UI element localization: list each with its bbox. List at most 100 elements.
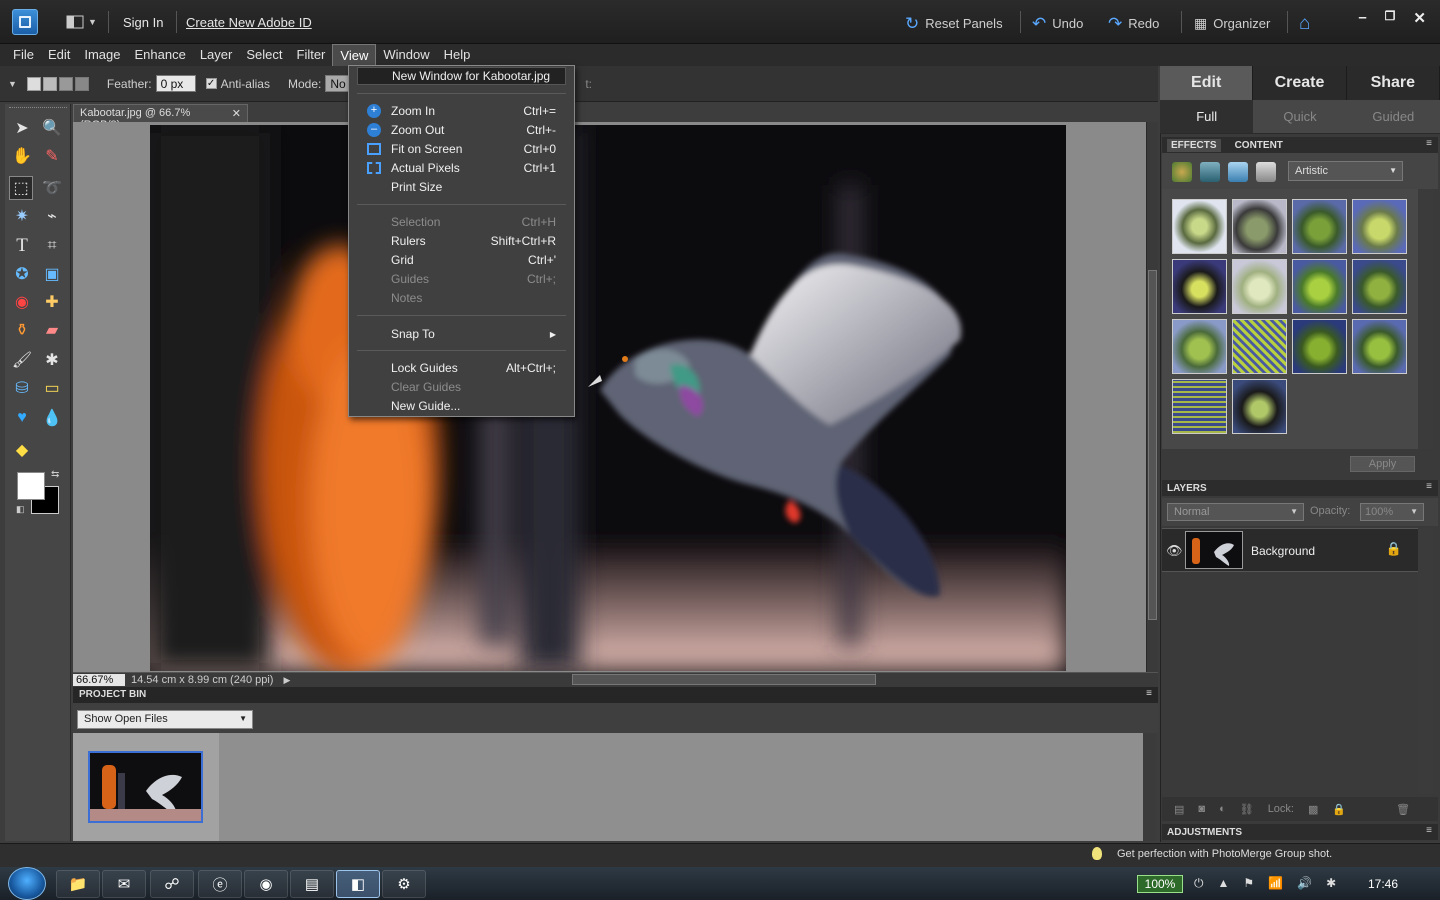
tab-content[interactable]: CONTENT: [1231, 139, 1287, 152]
effect-thumbnail[interactable]: [1352, 319, 1407, 374]
panel-menu-icon[interactable]: ≡: [1426, 138, 1432, 149]
selection-mode-buttons[interactable]: [26, 76, 89, 91]
document-tab[interactable]: Kabootar.jpg @ 66.7% (RGB/8) ✕: [73, 104, 248, 131]
type-tool-icon[interactable]: T: [10, 234, 34, 258]
effect-thumbnail[interactable]: [1172, 199, 1227, 254]
zoom-tool-icon[interactable]: 🔍: [40, 116, 64, 140]
healing-brush-tool-icon[interactable]: ✚: [40, 290, 64, 314]
eraser-tool-icon[interactable]: ▰: [40, 318, 64, 342]
move-tool-icon[interactable]: ➤: [10, 116, 34, 140]
menu-view[interactable]: View: [332, 44, 377, 66]
magic-wand-tool-icon[interactable]: ✷: [10, 204, 34, 228]
taskbar-network-icon[interactable]: ☍: [150, 870, 194, 898]
menu-window[interactable]: Window: [376, 44, 436, 66]
create-adobe-id-link[interactable]: Create New Adobe ID: [186, 15, 312, 30]
lock-transparent-icon[interactable]: ▩: [1308, 803, 1318, 816]
effect-thumbnail[interactable]: [1172, 259, 1227, 314]
lasso-tool-icon[interactable]: ➰: [40, 176, 64, 200]
effect-thumbnail[interactable]: [1172, 379, 1227, 434]
menu-item-actual-pixels[interactable]: Actual Pixels Ctrl+1: [391, 159, 556, 177]
tab-share[interactable]: Share: [1347, 66, 1440, 100]
menu-item-grid[interactable]: Grid Ctrl+': [391, 251, 556, 269]
new-layer-icon[interactable]: ▤: [1174, 803, 1184, 816]
smart-brush-tool-icon[interactable]: ✱: [40, 348, 64, 372]
undo-button[interactable]: ↶ Undo: [1032, 12, 1083, 34]
tool-preset-chevron-icon[interactable]: ▼: [8, 79, 17, 89]
quick-selection-tool-icon[interactable]: ⌁: [40, 204, 64, 228]
toolbox-grip[interactable]: [9, 107, 67, 109]
effect-thumbnail[interactable]: [1232, 319, 1287, 374]
swap-colors-icon[interactable]: ⇆: [51, 469, 59, 480]
effects-category-select[interactable]: Artistic ▼: [1288, 161, 1403, 181]
menu-item-snap-to[interactable]: Snap To ▶: [391, 325, 556, 343]
paint-bucket-tool-icon[interactable]: ⛁: [10, 376, 34, 400]
start-button[interactable]: [8, 867, 46, 900]
effect-thumbnail[interactable]: [1232, 379, 1287, 434]
horizontal-scroll-thumb[interactable]: [572, 674, 876, 685]
sponge-tool-icon[interactable]: ◆: [10, 438, 34, 462]
effect-thumbnail[interactable]: [1232, 259, 1287, 314]
effects-scrollbar[interactable]: [1418, 189, 1433, 449]
redo-button[interactable]: ↷ Redo: [1108, 12, 1159, 34]
menu-item-new-window[interactable]: New Window for Kabootar.jpg: [357, 67, 566, 85]
tab-edit[interactable]: Edit: [1160, 66, 1254, 100]
vertical-scroll-thumb[interactable]: [1148, 270, 1157, 620]
layers-scrollbar[interactable]: [1418, 528, 1433, 794]
crop-tool-icon[interactable]: ⌗: [40, 234, 64, 258]
panel-menu-icon[interactable]: ≡: [1426, 825, 1432, 836]
effect-thumbnail[interactable]: [1292, 259, 1347, 314]
hint-text[interactable]: Get perfection with PhotoMerge Group sho…: [1117, 848, 1332, 860]
effect-thumbnail[interactable]: [1172, 319, 1227, 374]
photo-canvas[interactable]: [150, 125, 1066, 671]
menu-file[interactable]: File: [6, 44, 41, 66]
layer-styles-icon[interactable]: [1200, 162, 1220, 182]
menu-select[interactable]: Select: [239, 44, 289, 66]
organizer-button[interactable]: ▦ Organizer: [1194, 12, 1270, 34]
opacity-input[interactable]: 100% ▼: [1360, 503, 1424, 521]
menu-help[interactable]: Help: [437, 44, 478, 66]
apply-button[interactable]: Apply: [1350, 456, 1415, 472]
taskbar-utility-icon[interactable]: ⚙: [382, 870, 426, 898]
action-center-icon[interactable]: ⚑: [1243, 876, 1254, 891]
photo-effects-icon[interactable]: [1228, 162, 1248, 182]
taskbar-firefox-icon[interactable]: ◉: [244, 870, 288, 898]
new-fill-layer-icon[interactable]: ◙: [1198, 803, 1205, 815]
close-icon[interactable]: ✕: [1413, 9, 1426, 27]
menu-item-lock-guides[interactable]: Lock Guides Alt+Ctrl+;: [391, 359, 556, 377]
workspace-switcher-button[interactable]: ▼: [66, 14, 100, 30]
show-hidden-icons-icon[interactable]: ▲: [1218, 876, 1230, 891]
menu-item-zoom-out[interactable]: Zoom Out Ctrl+-: [391, 121, 556, 139]
brush-tool-icon[interactable]: 🖌: [10, 348, 34, 372]
tab-full[interactable]: Full: [1160, 100, 1254, 133]
show-open-files-select[interactable]: Show Open Files ▼: [77, 710, 253, 729]
eye-visibility-icon[interactable]: 👁: [1166, 543, 1183, 559]
add-selection-icon[interactable]: [42, 76, 57, 91]
zoom-level-field[interactable]: 66.67%: [73, 674, 125, 686]
status-menu-arrow-icon[interactable]: ▶: [283, 675, 290, 686]
bluetooth-icon[interactable]: ✱: [1326, 876, 1336, 891]
menu-item-zoom-in[interactable]: Zoom In Ctrl+=: [391, 102, 556, 120]
anti-alias-checkbox[interactable]: ✓ Anti-alias: [205, 77, 270, 91]
taskbar-ie-icon[interactable]: ⓔ: [198, 870, 242, 898]
marquee-tool-icon[interactable]: ⬚: [9, 176, 33, 200]
intersect-selection-icon[interactable]: [74, 76, 89, 91]
new-selection-icon[interactable]: [26, 76, 41, 91]
taskbar-outlook-icon[interactable]: ✉: [102, 870, 146, 898]
menu-item-rulers[interactable]: Rulers Shift+Ctrl+R: [391, 232, 556, 250]
minimize-icon[interactable]: –: [1358, 9, 1366, 27]
show-all-icon[interactable]: [1256, 162, 1276, 182]
menu-item-new-guide[interactable]: New Guide...: [391, 397, 556, 415]
effect-thumbnail[interactable]: [1352, 259, 1407, 314]
panel-menu-icon[interactable]: ≡: [1146, 688, 1152, 699]
sign-in-link[interactable]: Sign In: [123, 15, 163, 30]
adjustment-layer-icon[interactable]: ◐: [1219, 803, 1226, 815]
hand-tool-icon[interactable]: ✋: [10, 144, 34, 168]
taskbar-notepad-icon[interactable]: ▤: [290, 870, 334, 898]
clone-stamp-tool-icon[interactable]: ⚱: [10, 318, 34, 342]
menu-edit[interactable]: Edit: [41, 44, 77, 66]
tab-effects[interactable]: EFFECTS: [1167, 138, 1221, 152]
red-eye-tool-icon[interactable]: ◉: [10, 290, 34, 314]
filters-icon[interactable]: [1172, 162, 1192, 182]
menu-enhance[interactable]: Enhance: [128, 44, 193, 66]
tab-guided[interactable]: Guided: [1347, 100, 1440, 133]
